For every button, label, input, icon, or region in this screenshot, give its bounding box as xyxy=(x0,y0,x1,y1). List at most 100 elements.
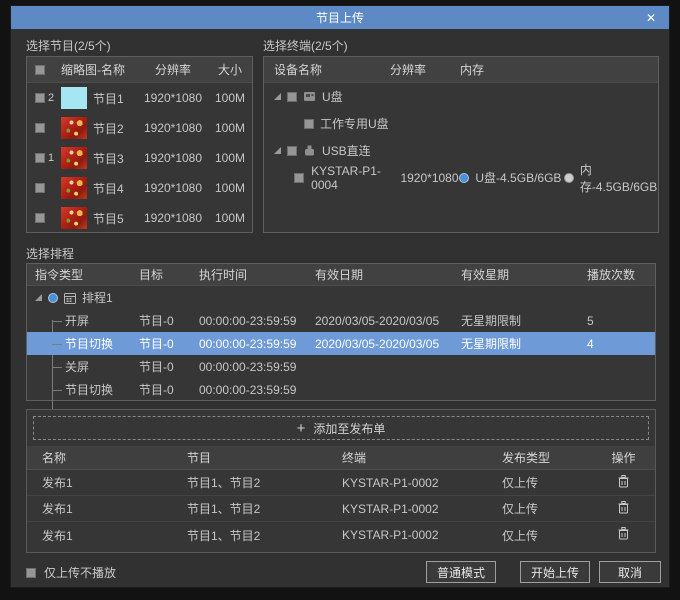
normal-mode-button[interactable]: 普通模式 xyxy=(426,561,496,583)
publish-type: 仅上传 xyxy=(487,500,592,517)
terminal-table: 设备名称 分辨率 内存 U盘 工作专用U盘 USB直连 xyxy=(263,56,659,233)
publish-terminal: KYSTAR-P1-0002 xyxy=(327,476,487,490)
schedule-row[interactable]: 关屏 节目-0 00:00:00-23:59:59 xyxy=(27,355,655,378)
schedule-table-header: 指令类型 目标 执行时间 有效日期 有效星期 播放次数 xyxy=(27,264,655,286)
expand-arrow-icon[interactable] xyxy=(274,147,281,154)
add-to-publish-button[interactable]: + 添加至发布单 xyxy=(33,416,649,440)
group-checkbox[interactable] xyxy=(287,146,297,156)
col-exec-time: 执行时间 xyxy=(191,266,307,283)
program-size: 100M xyxy=(208,121,252,135)
terminal-checkbox[interactable] xyxy=(304,119,314,129)
group-checkbox[interactable] xyxy=(287,92,297,102)
terminal-label: 工作专用U盘 xyxy=(320,115,389,132)
terminal-device-row[interactable]: KYSTAR-P1-0004 1920*1080 U盘-4.5GB/6GB 内存… xyxy=(264,164,658,191)
delete-icon[interactable] xyxy=(618,527,629,540)
valid-date: 2020/03/05-2020/03/05 xyxy=(307,337,453,351)
publish-programs: 节目1、节目2 xyxy=(172,500,327,517)
program-size: 100M xyxy=(208,91,252,105)
schedule-section-label: 选择排程 xyxy=(26,245,74,262)
expand-arrow-icon[interactable] xyxy=(35,294,42,301)
program-checkbox[interactable] xyxy=(35,123,45,133)
valid-week: 无星期限制 xyxy=(453,312,579,329)
expand-arrow-icon[interactable] xyxy=(274,93,281,100)
dialog-title: 节目上传 xyxy=(316,9,364,26)
start-upload-button[interactable]: 开始上传 xyxy=(520,561,590,583)
command-target: 节目-0 xyxy=(131,312,191,329)
col-publish-name: 名称 xyxy=(27,449,172,466)
selection-order: 1 xyxy=(48,152,54,164)
command-target: 节目-0 xyxy=(131,335,191,352)
upload-only-checkbox[interactable] xyxy=(26,568,36,578)
col-memory: 内存 xyxy=(450,61,658,78)
program-size: 100M xyxy=(208,151,252,165)
schedule-row[interactable]: 开屏 节目-0 00:00:00-23:59:59 2020/03/05-202… xyxy=(27,309,655,332)
col-publish-action: 操作 xyxy=(592,449,655,466)
exec-time: 00:00:00-23:59:59 xyxy=(191,314,307,328)
programs-section-label: 选择节目(2/5个) xyxy=(26,37,111,54)
schedule-radio[interactable] xyxy=(48,293,58,303)
udisk-storage-radio[interactable] xyxy=(459,173,469,183)
program-name: 节目5 xyxy=(93,210,138,227)
program-resolution: 1920*1080 xyxy=(138,181,208,195)
cancel-button[interactable]: 取消 xyxy=(599,561,661,583)
program-size: 100M xyxy=(208,211,252,225)
program-name: 节目2 xyxy=(93,120,138,137)
terminal-group-row[interactable]: U盘 xyxy=(264,83,658,110)
program-row[interactable]: 节目4 1920*1080 100M xyxy=(27,173,252,203)
udisk-icon xyxy=(303,91,316,102)
terminals-section-label: 选择终端(2/5个) xyxy=(263,37,348,54)
program-checkbox[interactable] xyxy=(35,183,45,193)
program-row[interactable]: 2 节目1 1920*1080 100M xyxy=(27,83,252,113)
program-row[interactable]: 节目2 1920*1080 100M xyxy=(27,113,252,143)
terminal-resolution: 1920*1080 xyxy=(400,171,459,185)
delete-icon[interactable] xyxy=(618,475,629,488)
publish-row[interactable]: 发布1 节目1、节目2 KYSTAR-P1-0002 仅上传 xyxy=(27,496,655,522)
publish-list: + 添加至发布单 名称 节目 终端 发布类型 操作 发布1 节目1、节目2 KY… xyxy=(26,409,656,553)
program-row[interactable]: 1 节目3 1920*1080 100M xyxy=(27,143,252,173)
terminal-checkbox[interactable] xyxy=(294,173,304,183)
calendar-icon xyxy=(64,292,76,304)
col-command-type: 指令类型 xyxy=(27,266,131,283)
publish-programs: 节目1、节目2 xyxy=(172,527,327,544)
select-all-programs-checkbox[interactable] xyxy=(35,65,45,75)
title-bar: 节目上传 ✕ xyxy=(11,6,669,29)
play-count: 4 xyxy=(579,337,655,351)
program-checkbox[interactable] xyxy=(35,93,45,103)
upload-dialog: 节目上传 ✕ 选择节目(2/5个) 选择终端(2/5个) 缩略图-名称 分辨率 … xyxy=(10,5,670,588)
program-thumbnail xyxy=(61,87,87,109)
group-label: USB直连 xyxy=(322,142,371,159)
program-table: 缩略图-名称 分辨率 大小 2 节目1 1920*1080 100M 节目2 1… xyxy=(26,56,253,233)
publish-type: 仅上传 xyxy=(487,527,592,544)
col-valid-week: 有效星期 xyxy=(453,266,579,283)
program-name: 节目1 xyxy=(93,90,138,107)
schedule-group-row[interactable]: 排程1 xyxy=(27,286,655,309)
add-to-publish-label: 添加至发布单 xyxy=(313,420,385,437)
plus-icon: + xyxy=(297,421,306,436)
col-play-count: 播放次数 xyxy=(579,266,655,283)
valid-date: 2020/03/05-2020/03/05 xyxy=(307,314,453,328)
upload-only-option[interactable]: 仅上传不播放 xyxy=(26,564,116,581)
col-target: 目标 xyxy=(131,266,191,283)
col-publish-type: 发布类型 xyxy=(487,449,592,466)
program-checkbox[interactable] xyxy=(35,213,45,223)
publish-row[interactable]: 发布1 节目1、节目2 KYSTAR-P1-0002 仅上传 xyxy=(27,470,655,496)
exec-time: 00:00:00-23:59:59 xyxy=(191,337,307,351)
col-valid-date: 有效日期 xyxy=(307,266,453,283)
col-resolution: 分辨率 xyxy=(138,61,208,78)
publish-terminal: KYSTAR-P1-0002 xyxy=(327,528,487,542)
schedule-row[interactable]: 节目切换 节目-0 00:00:00-23:59:59 xyxy=(27,378,655,401)
program-checkbox[interactable] xyxy=(35,153,45,163)
memory-storage-radio[interactable] xyxy=(564,173,574,183)
terminal-child-row[interactable]: 工作专用U盘 xyxy=(264,110,658,137)
publish-row[interactable]: 发布1 节目1、节目2 KYSTAR-P1-0002 仅上传 xyxy=(27,522,655,548)
group-label: U盘 xyxy=(322,88,343,105)
schedule-row-selected[interactable]: 节目切换 节目-0 00:00:00-23:59:59 2020/03/05-2… xyxy=(27,332,655,355)
program-name: 节目3 xyxy=(93,150,138,167)
command-target: 节目-0 xyxy=(131,381,191,398)
program-row[interactable]: 节目5 1920*1080 100M xyxy=(27,203,252,233)
col-device-name: 设备名称 xyxy=(264,61,390,78)
program-resolution: 1920*1080 xyxy=(138,211,208,225)
close-icon[interactable]: ✕ xyxy=(641,6,661,29)
delete-icon[interactable] xyxy=(618,501,629,514)
col-terminal-resolution: 分辨率 xyxy=(390,61,450,78)
